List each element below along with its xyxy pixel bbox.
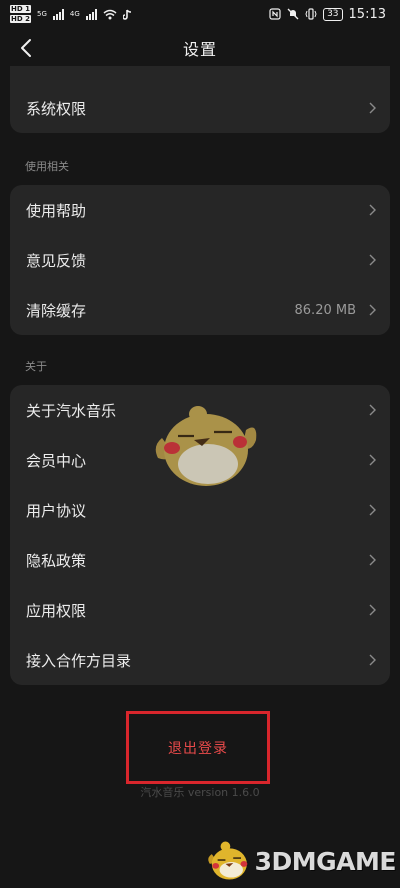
row-label: 清除缓存 bbox=[26, 301, 87, 320]
chevron-right-icon bbox=[369, 304, 376, 316]
status-left: HD 1 HD 2 5G 4G bbox=[10, 4, 132, 24]
signal-icon bbox=[52, 8, 64, 20]
mascot-icon bbox=[155, 406, 257, 486]
hd1-label: HD 1 bbox=[10, 5, 31, 13]
watermark-logo-icon bbox=[208, 841, 248, 880]
row-label: 隐私政策 bbox=[26, 551, 87, 570]
settings-row-system-permissions[interactable]: 系统权限 bbox=[10, 83, 390, 133]
settings-row-feedback[interactable]: 意见反馈 bbox=[10, 235, 390, 285]
settings-row-help[interactable]: 使用帮助 bbox=[10, 185, 390, 235]
network-5g-label: 5G bbox=[36, 10, 47, 18]
watermark-text: 3DMGAME bbox=[254, 846, 397, 876]
usage-card: 使用帮助 意见反馈 清除缓存 86.20 MB bbox=[10, 185, 390, 335]
version-label: 汽水音乐 version 1.6.0 bbox=[140, 786, 260, 799]
section-label-about: 关于 bbox=[25, 360, 47, 373]
chevron-right-icon bbox=[369, 102, 376, 114]
chevron-right-icon bbox=[369, 254, 376, 266]
settings-row-privacy-policy[interactable]: 隐私政策 bbox=[10, 535, 390, 585]
tiktok-notification-icon bbox=[122, 9, 131, 20]
chevron-right-icon bbox=[369, 604, 376, 616]
back-arrow-icon bbox=[21, 39, 31, 57]
nfc-icon bbox=[269, 8, 281, 20]
network-4g-label: 4G bbox=[69, 10, 80, 18]
chevron-right-icon bbox=[369, 404, 376, 416]
row-label: 接入合作方目录 bbox=[26, 651, 132, 670]
mute-bell-icon bbox=[287, 8, 299, 20]
settings-row-app-permissions[interactable]: 应用权限 bbox=[10, 585, 390, 635]
row-label: 使用帮助 bbox=[26, 201, 87, 220]
row-label: 应用权限 bbox=[26, 601, 87, 620]
settings-row-clear-cache[interactable]: 清除缓存 86.20 MB bbox=[10, 285, 390, 335]
row-label: 意见反馈 bbox=[26, 251, 87, 270]
wifi-icon bbox=[103, 9, 117, 19]
clock: 15:13 bbox=[348, 6, 386, 22]
cache-size-value: 86.20 MB bbox=[294, 302, 356, 318]
back-button[interactable] bbox=[14, 36, 38, 60]
settings-row-user-agreement[interactable]: 用户协议 bbox=[10, 485, 390, 535]
row-label: 用户协议 bbox=[26, 501, 87, 520]
system-card: 系统权限 bbox=[10, 66, 390, 133]
vibrate-icon bbox=[305, 8, 317, 20]
watermark: 3DMGAME bbox=[204, 838, 397, 884]
chevron-right-icon bbox=[369, 454, 376, 466]
nav-bar: 设置 bbox=[0, 30, 400, 66]
status-right: 33 15:13 bbox=[269, 7, 386, 22]
battery-level: 33 bbox=[327, 8, 339, 19]
chevron-right-icon bbox=[369, 654, 376, 666]
signal-icon-2 bbox=[85, 8, 97, 20]
logout-button[interactable]: 退出登录 bbox=[130, 734, 266, 762]
battery-icon: 33 bbox=[323, 7, 343, 21]
status-bar: HD 1 HD 2 5G 4G 33 15:13 bbox=[0, 0, 400, 28]
row-label: 系统权限 bbox=[26, 99, 87, 118]
hd2-label: HD 2 bbox=[10, 15, 31, 23]
chevron-right-icon bbox=[369, 204, 376, 216]
hd-indicator: HD 1 HD 2 bbox=[10, 4, 31, 24]
chevron-right-icon bbox=[369, 554, 376, 566]
page-title: 设置 bbox=[182, 40, 217, 59]
settings-row-partner-directory[interactable]: 接入合作方目录 bbox=[10, 635, 390, 685]
chevron-right-icon bbox=[369, 504, 376, 516]
section-label-usage: 使用相关 bbox=[25, 160, 69, 173]
